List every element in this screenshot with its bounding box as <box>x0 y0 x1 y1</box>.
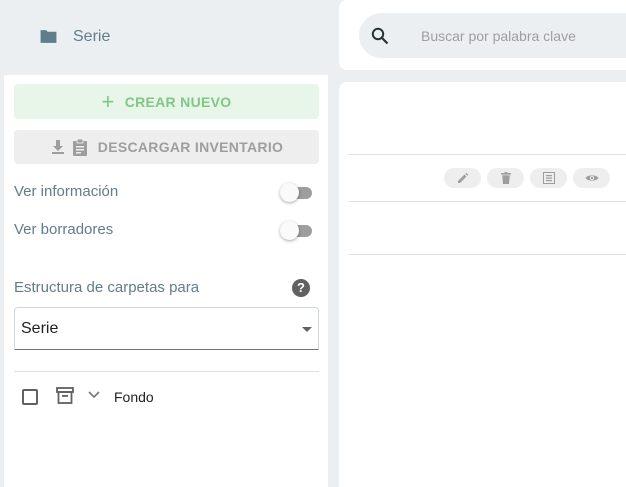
archive-icon <box>56 387 74 404</box>
help-icon[interactable]: ? <box>292 279 310 297</box>
create-new-label: CREAR NUEVO <box>124 93 232 110</box>
tree-item-checkbox[interactable] <box>22 389 38 405</box>
toggle-knob <box>280 183 299 202</box>
structure-select[interactable]: Serie <box>14 307 319 350</box>
toggle-row-info: Ver información <box>14 180 314 204</box>
row-actions <box>444 168 610 188</box>
toggle-row-drafts: Ver borradores <box>14 218 314 242</box>
edit-icon <box>457 172 468 183</box>
info-toggle[interactable] <box>280 183 316 202</box>
toggle-knob <box>280 221 299 240</box>
chevron-down-icon[interactable] <box>88 391 100 399</box>
left-header: Serie <box>0 0 334 74</box>
list-button[interactable] <box>530 168 567 188</box>
tree-item-label[interactable]: Fondo <box>114 389 154 405</box>
view-icon <box>585 175 598 181</box>
download-inventory-label: DESCARGAR INVENTARIO <box>97 139 284 155</box>
edit-button[interactable] <box>444 168 481 188</box>
search-input[interactable] <box>419 25 623 47</box>
folder-icon <box>40 30 57 43</box>
clipboard-icon <box>72 138 87 156</box>
delete-button[interactable] <box>487 168 524 188</box>
download-inventory-button[interactable]: DESCARGAR INVENTARIO <box>14 130 319 164</box>
plus-icon: + <box>101 88 115 114</box>
divider <box>14 371 319 372</box>
row-divider <box>349 201 626 202</box>
search-icon[interactable] <box>371 27 389 45</box>
tree-item: Fondo <box>14 383 319 409</box>
delete-icon <box>500 172 511 184</box>
view-button[interactable] <box>573 168 610 188</box>
row-divider <box>349 154 626 155</box>
list-icon <box>542 172 555 184</box>
structure-label: Estructura de carpetas para <box>14 279 200 296</box>
row-divider <box>349 254 626 255</box>
caret-down-icon <box>302 327 312 332</box>
content-panel <box>339 82 626 487</box>
page-title: Serie <box>73 28 111 45</box>
select-value: Serie <box>21 320 59 337</box>
sidebar: + CREAR NUEVO DESCARGAR INVENTARIO Ver i… <box>4 75 328 487</box>
drafts-toggle[interactable] <box>280 221 316 240</box>
toggle-label: Ver borradores <box>14 221 114 238</box>
create-new-button[interactable]: + CREAR NUEVO <box>14 84 319 119</box>
top-bar <box>339 0 626 70</box>
search-box <box>359 13 626 58</box>
toggle-label: Ver información <box>14 183 119 200</box>
download-icon <box>51 140 64 154</box>
